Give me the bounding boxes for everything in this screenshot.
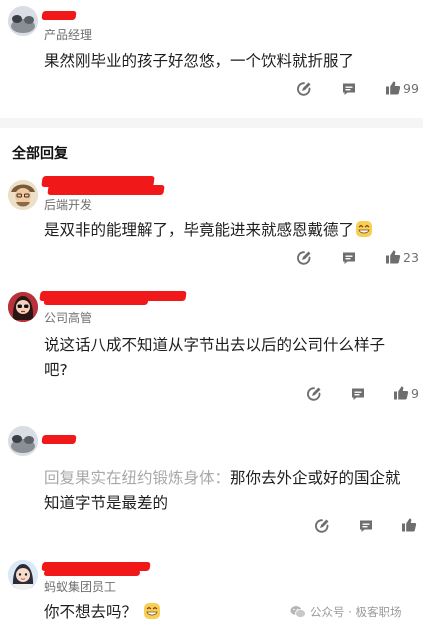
comment-text: 果然刚毕业的孩子好忽悠，一个饮料就折服了 [44, 52, 355, 70]
avatar[interactable] [8, 426, 38, 456]
avatar-image [8, 292, 38, 322]
reply-text-content: 你不想去吗？ [44, 603, 138, 621]
thumbs-up-icon [394, 386, 409, 400]
like-button[interactable] [401, 517, 417, 533]
like-count: 9 [411, 385, 419, 401]
username-redaction [41, 435, 77, 444]
section-divider [0, 118, 423, 128]
edit-button[interactable] [296, 250, 312, 266]
reply-text: 回复果实在纽约锻炼身体：那你去外企或好的国企就知道字节是最差的 [44, 466, 414, 516]
edit-button[interactable] [306, 386, 322, 402]
edit-button[interactable] [314, 518, 330, 534]
section-title: 全部回复 [12, 146, 68, 162]
reply-text-content: 是双非的能理解了，毕竟能进来就感恩戴德了 [44, 221, 355, 239]
comment-icon [343, 252, 355, 264]
comment-icon [343, 83, 355, 95]
avatar[interactable] [8, 560, 38, 590]
comment-icon [360, 520, 372, 532]
edit-button[interactable] [296, 81, 312, 97]
reply-text: 你不想去吗？ [44, 600, 244, 625]
username-redaction [41, 11, 77, 20]
watermark-text: 公众号 · 极客职场 [310, 605, 402, 619]
user-role: 公司高管 [44, 311, 93, 325]
like-button[interactable]: 23 [385, 249, 419, 265]
avatar[interactable] [8, 180, 38, 210]
username-redaction [43, 570, 141, 576]
comment-icon [352, 388, 364, 400]
thumbs-up-icon [386, 250, 401, 264]
comment-button[interactable] [358, 518, 374, 534]
edit-icon [297, 82, 311, 96]
edit-icon [307, 387, 321, 401]
avatar-image [8, 6, 38, 36]
reply-text: 说这话八成不知道从字节出去以后的公司什么样子吧? [44, 336, 386, 379]
watermark: 公众号 · 极客职场 [290, 604, 401, 620]
username-redaction [47, 185, 165, 195]
username-redaction [43, 298, 149, 305]
user-role: 后端开发 [44, 198, 93, 212]
like-button[interactable]: 9 [393, 385, 419, 401]
grin-emoji-icon [355, 220, 373, 238]
like-count: 23 [403, 249, 419, 265]
thumbs-up-icon [402, 518, 417, 532]
avatar-image [8, 426, 38, 456]
wechat-icon [290, 606, 306, 618]
comment-button[interactable] [341, 81, 357, 97]
edit-icon [297, 251, 311, 265]
avatar[interactable] [8, 6, 38, 36]
avatar-image [8, 560, 38, 590]
thumbs-up-icon [386, 81, 401, 95]
avatar[interactable] [8, 292, 38, 322]
comment-button[interactable] [341, 250, 357, 266]
reply-quote-prefix[interactable]: 回复果实在纽约锻炼身体： [44, 469, 230, 487]
user-role: 蚂蚁集团员工 [44, 580, 117, 594]
edit-icon [315, 519, 329, 533]
grin-emoji-icon [143, 602, 161, 620]
like-count: 99 [403, 80, 419, 96]
like-button[interactable]: 99 [385, 80, 419, 96]
comment-button[interactable] [350, 386, 366, 402]
reply-text: 是双非的能理解了，毕竟能进来就感恩戴德了 [44, 218, 414, 243]
avatar-image [8, 180, 38, 210]
user-role: 产品经理 [44, 28, 93, 42]
